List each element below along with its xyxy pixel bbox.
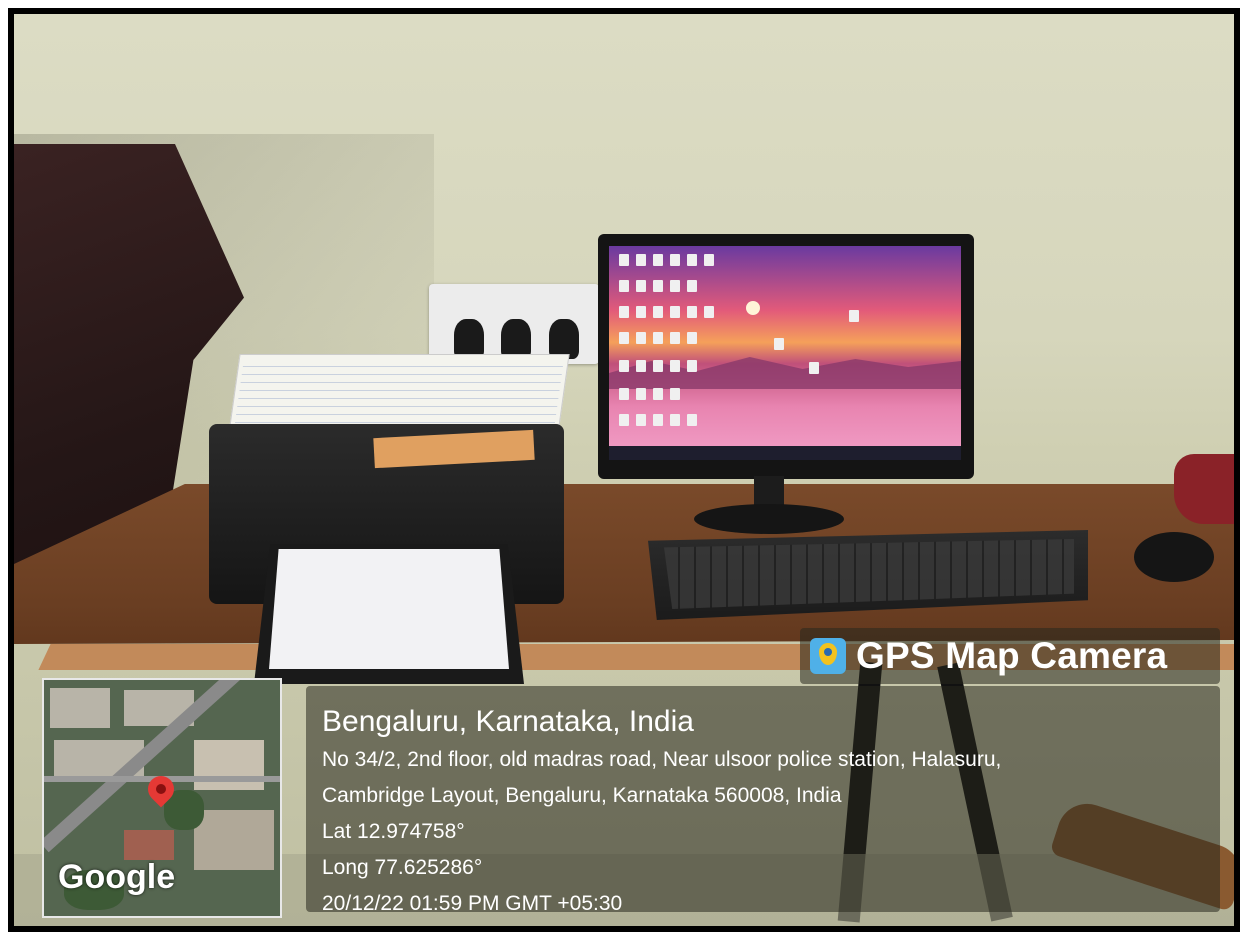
desktop-icon <box>636 332 646 344</box>
desktop-icon <box>687 254 697 266</box>
ruled-paper <box>234 359 564 429</box>
brand-label: GPS Map Camera <box>856 635 1168 676</box>
desktop-icon <box>704 306 714 318</box>
desktop-icon <box>619 332 629 344</box>
printer-paper <box>269 549 509 669</box>
latitude: Lat 12.974758° <box>322 820 465 843</box>
wallpaper-sun <box>746 301 760 315</box>
windows-taskbar <box>609 446 961 460</box>
desktop-icon <box>636 360 646 372</box>
monitor-screen <box>609 246 961 460</box>
gps-map-camera-brand: GPS Map Camera <box>800 628 1220 684</box>
map-building <box>124 830 174 860</box>
desktop-icon <box>809 362 819 374</box>
photo: GPS Map Camera Google Bengaluru, Karnata… <box>14 14 1234 926</box>
desktop-icon <box>670 388 680 400</box>
desktop-icon <box>636 388 646 400</box>
desktop-icon <box>619 360 629 372</box>
monitor-stand-base <box>694 504 844 534</box>
map-thumbnail: Google <box>42 678 282 918</box>
desktop-icon <box>636 306 646 318</box>
desktop-icon <box>774 338 784 350</box>
desktop-icon <box>670 280 680 292</box>
desktop-icon <box>653 388 663 400</box>
red-cloth <box>1174 454 1234 524</box>
longitude: Long 77.625286° <box>322 856 483 879</box>
desktop-icon <box>653 360 663 372</box>
desktop-icon <box>670 254 680 266</box>
location-info-panel: Bengaluru, Karnataka, India No 34/2, 2nd… <box>306 686 1220 915</box>
map-building <box>194 740 264 790</box>
desktop-icon <box>619 414 629 426</box>
desktop-icon <box>653 332 663 344</box>
desktop-icon <box>687 414 697 426</box>
desktop-icon <box>670 306 680 318</box>
desktop-icon <box>670 360 680 372</box>
desktop-icon <box>687 306 697 318</box>
map-building <box>50 688 110 728</box>
desktop-icon <box>653 280 663 292</box>
desktop-icon <box>619 388 629 400</box>
desktop-icon <box>636 280 646 292</box>
desktop-icon <box>687 332 697 344</box>
desktop-icon <box>687 280 697 292</box>
desktop-icon <box>670 332 680 344</box>
desktop-icon <box>636 254 646 266</box>
desktop-icon <box>653 306 663 318</box>
desktop-icon <box>619 306 629 318</box>
computer-mouse <box>1134 532 1214 582</box>
desktop-icon <box>619 280 629 292</box>
desktop-icon <box>704 254 714 266</box>
photo-frame: GPS Map Camera Google Bengaluru, Karnata… <box>8 8 1240 932</box>
desktop-icon <box>849 310 859 322</box>
plug <box>454 319 484 359</box>
address-line-2: Cambridge Layout, Bengaluru, Karnataka 5… <box>322 784 842 807</box>
desktop-icon <box>653 414 663 426</box>
map-building <box>194 810 274 870</box>
gps-map-camera-app-icon <box>810 638 846 674</box>
desktop-icon <box>636 414 646 426</box>
location-city: Bengaluru, Karnataka, India <box>322 705 694 738</box>
google-logo: Google <box>58 858 176 896</box>
desktop-icon <box>653 254 663 266</box>
desktop-icon <box>619 254 629 266</box>
desktop-icon <box>670 414 680 426</box>
plug <box>501 319 531 359</box>
timestamp: 20/12/22 01:59 PM GMT +05:30 <box>322 892 623 915</box>
address-line-1: No 34/2, 2nd floor, old madras road, Nea… <box>322 748 1002 771</box>
plug <box>549 319 579 359</box>
desktop-icon <box>687 360 697 372</box>
